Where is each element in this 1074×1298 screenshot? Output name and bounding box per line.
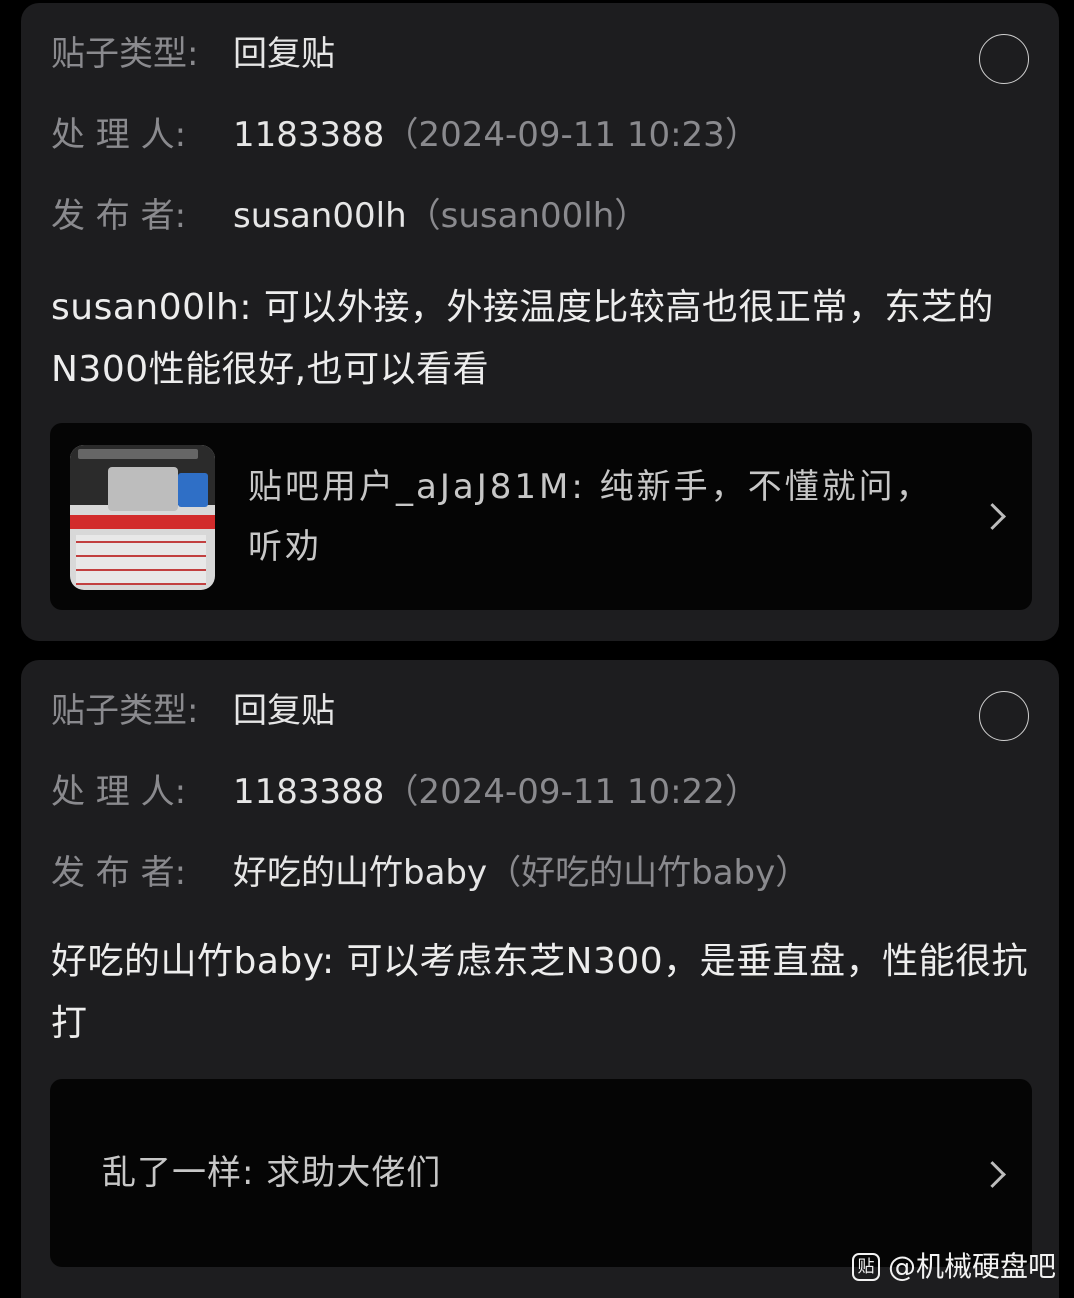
poster-label: 发 布 者: [51, 196, 187, 236]
quoted-thread-link[interactable]: 贴吧用户_aJaJ81M: 纯新手，不懂就问，听劝 [50, 423, 1032, 610]
poster-name: susan00lh [233, 196, 407, 236]
quoted-thread-text: 贴吧用户_aJaJ81M: 纯新手，不懂就问，听劝 [248, 467, 933, 567]
poster-row: 发 布 者: 好吃的山竹baby（好吃的山竹baby） [51, 851, 809, 895]
handler-time: （2024-09-11 10:22） [384, 772, 759, 812]
poster-account: （susan00lh） [406, 196, 649, 236]
quoted-thread-text: 乱了一样: 求助大佬们 [102, 1153, 442, 1193]
thread-thumbnail-image [70, 445, 215, 590]
review-card: 贴子类型: 回复贴 处 理 人: 1183388（2024-09-11 10:23）… [21, 3, 1059, 641]
reply-content: 好吃的山竹baby: 可以考虑东芝N300，是垂直盘，性能很抗打 [51, 941, 1029, 1044]
post-type-row: 贴子类型: 回复贴 [51, 689, 335, 733]
reply-content: susan00lh: 可以外接，外接温度比较高也很正常，东芝的N300性能很好,… [51, 287, 994, 390]
chevron-right-icon [979, 1161, 1006, 1188]
poster-name: 好吃的山竹baby [233, 853, 488, 893]
review-list: 贴子类型: 回复贴 处 理 人: 1183388（2024-09-11 10:23）… [0, 0, 1074, 1298]
handler-row: 处 理 人: 1183388（2024-09-11 10:22） [51, 770, 759, 814]
post-type-value: 回复贴 [233, 34, 335, 74]
chevron-right-icon [979, 503, 1006, 530]
post-type-row: 贴子类型: 回复贴 [51, 32, 335, 76]
post-type-label: 贴子类型: [51, 691, 199, 731]
review-card: 贴子类型: 回复贴 处 理 人: 1183388（2024-09-11 10:22）… [21, 660, 1059, 1298]
quoted-thread-link[interactable]: 乱了一样: 求助大佬们 [50, 1079, 1032, 1267]
poster-label: 发 布 者: [51, 853, 187, 893]
handler-label: 处 理 人: [51, 115, 187, 155]
handler-row: 处 理 人: 1183388（2024-09-11 10:23） [51, 113, 759, 157]
select-checkbox[interactable] [979, 691, 1029, 741]
handler-label: 处 理 人: [51, 772, 187, 812]
handler-id: 1183388 [233, 115, 385, 155]
tieba-logo-icon: 贴 [851, 1253, 880, 1281]
handler-time: （2024-09-11 10:23） [384, 115, 759, 155]
post-type-label: 贴子类型: [51, 34, 199, 74]
poster-row: 发 布 者: susan00lh（susan00lh） [51, 194, 648, 238]
tieba-watermark: 贴 @机械硬盘吧 [851, 1250, 1056, 1284]
poster-account: （好吃的山竹baby） [487, 853, 810, 893]
select-checkbox[interactable] [979, 34, 1029, 84]
post-type-value: 回复贴 [233, 691, 335, 731]
handler-id: 1183388 [233, 772, 385, 812]
watermark-text: @机械硬盘吧 [887, 1250, 1056, 1283]
